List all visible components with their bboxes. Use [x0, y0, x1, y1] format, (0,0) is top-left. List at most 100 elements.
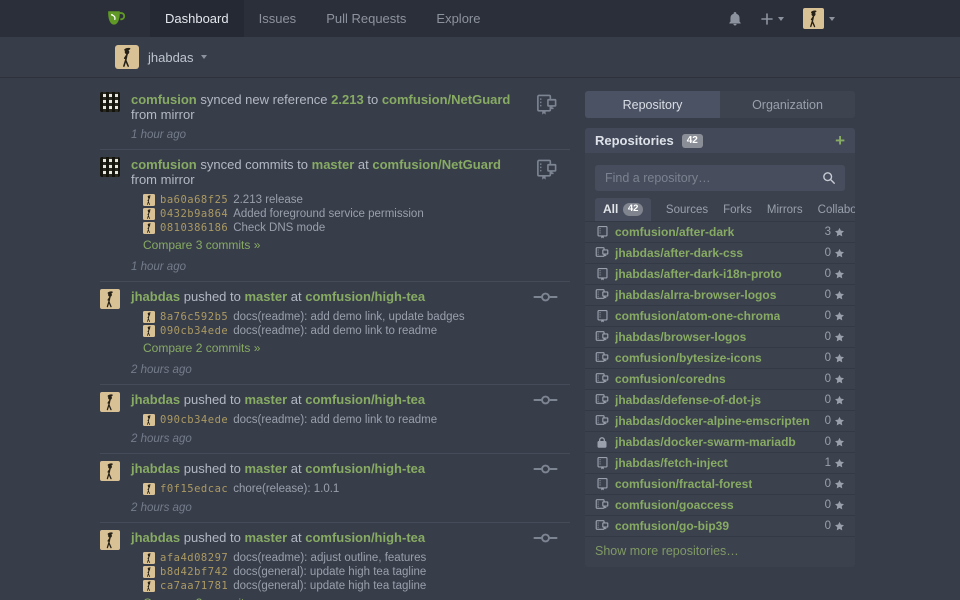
user-menu-dropdown[interactable] — [798, 8, 840, 29]
sidebar-tab[interactable]: Organization — [720, 91, 855, 118]
ref-link[interactable]: master — [312, 157, 355, 172]
actor-link[interactable]: jhabdas — [131, 530, 180, 545]
repo-list-item[interactable]: comfusion/fractal-forest 0 — [585, 474, 855, 495]
git-commit-icon — [533, 462, 558, 476]
repo-list-item[interactable]: jhabdas/after-dark-i18n-proto 0 — [585, 264, 855, 285]
create-new-dropdown[interactable] — [756, 13, 789, 25]
repo-filter-tab[interactable]: Mirrors — [767, 200, 803, 221]
repo-link[interactable]: comfusion/coredns — [615, 372, 726, 386]
repo-filter-tab[interactable]: Collaborative — [818, 200, 855, 221]
activity-type-icon-slot — [533, 531, 558, 550]
repo-book-icon — [596, 267, 609, 281]
commit-sha-link[interactable]: f0f15edcac — [160, 483, 228, 495]
repo-link[interactable]: comfusion/high-tea — [305, 392, 425, 407]
repo-filter-tab[interactable]: Forks — [723, 200, 752, 221]
commit-line: 090cb34ede docs(readme): add demo link t… — [143, 324, 570, 337]
repo-list-item[interactable]: comfusion/bytesize-icons 0 — [585, 348, 855, 369]
actor-avatar[interactable] — [100, 157, 120, 177]
repo-link[interactable]: comfusion/bytesize-icons — [615, 351, 762, 365]
repo-link[interactable]: jhabdas/defense-of-dot-js — [615, 393, 761, 407]
actor-link[interactable]: jhabdas — [131, 289, 180, 304]
repo-link[interactable]: jhabdas/docker-alpine-emscripten — [615, 414, 810, 428]
sidebar-tab[interactable]: Repository — [585, 91, 720, 118]
repo-filter-tab[interactable]: All 42 — [595, 198, 651, 221]
repo-list-item[interactable]: jhabdas/alrra-browser-logos 0 — [585, 285, 855, 306]
commit-sha-link[interactable]: ca7aa71781 — [160, 580, 228, 592]
repo-link[interactable]: comfusion/atom-one-chroma — [615, 309, 780, 323]
ref-link[interactable]: 2.213 — [331, 92, 364, 107]
actor-link[interactable]: comfusion — [131, 157, 197, 172]
repo-list-item[interactable]: jhabdas/browser-logos 0 — [585, 327, 855, 348]
repo-link[interactable]: comfusion/high-tea — [305, 289, 425, 304]
repo-list-item[interactable]: comfusion/goaccess 0 — [585, 495, 855, 516]
repo-list-item[interactable]: jhabdas/docker-swarm-mariadb 0 — [585, 432, 855, 453]
actor-link[interactable]: jhabdas — [131, 392, 180, 407]
actor-link[interactable]: comfusion — [131, 92, 197, 107]
repo-list-item[interactable]: comfusion/after-dark 3 — [585, 222, 855, 243]
navbar-item[interactable]: Issues — [244, 0, 312, 37]
commit-sha-link[interactable]: ba60a68f25 — [160, 194, 228, 206]
committer-avatar — [143, 580, 155, 592]
gitea-logo-icon[interactable] — [104, 8, 128, 30]
actor-avatar[interactable] — [100, 461, 120, 481]
repo-link[interactable]: jhabdas/after-dark-css — [615, 246, 743, 260]
repo-list-item[interactable]: comfusion/coredns 0 — [585, 369, 855, 390]
actor-link[interactable]: jhabdas — [131, 461, 180, 476]
navbar-item[interactable]: Explore — [421, 0, 495, 37]
repo-link[interactable]: jhabdas/alrra-browser-logos — [615, 288, 776, 302]
repo-link[interactable]: comfusion/fractal-forest — [615, 477, 752, 491]
repo-link[interactable]: jhabdas/browser-logos — [615, 330, 746, 344]
commit-sha-link[interactable]: 0432b9a864 — [160, 208, 228, 220]
repo-link[interactable]: comfusion/go-bip39 — [615, 519, 729, 533]
commit-sha-link[interactable]: afa4d08297 — [160, 552, 228, 564]
compare-commits-link[interactable]: Compare 3 commits » — [143, 596, 260, 600]
repo-link[interactable]: comfusion/high-tea — [305, 461, 425, 476]
create-repo-button[interactable]: + — [835, 132, 845, 149]
actor-avatar[interactable] — [100, 530, 120, 550]
commit-sha-link[interactable]: 0810386186 — [160, 222, 228, 234]
commit-sha-link[interactable]: 8a76c592b5 — [160, 311, 228, 323]
ref-link[interactable]: master — [244, 392, 287, 407]
repo-link[interactable]: comfusion/goaccess — [615, 498, 734, 512]
repo-list-item[interactable]: jhabdas/defense-of-dot-js 0 — [585, 390, 855, 411]
star-count-value: 0 — [825, 331, 831, 343]
repo-link[interactable]: jhabdas/fetch-inject — [615, 456, 728, 470]
navbar-item[interactable]: Dashboard — [150, 0, 244, 37]
repo-link[interactable]: comfusion/NetGuard — [382, 92, 511, 107]
repo-list-item[interactable]: comfusion/go-bip39 0 — [585, 516, 855, 537]
actor-avatar[interactable] — [100, 289, 120, 309]
ref-link[interactable]: master — [244, 289, 287, 304]
compare-commits-link[interactable]: Compare 2 commits » — [143, 341, 260, 355]
context-user-avatar[interactable] — [115, 45, 139, 69]
context-username[interactable]: jhabdas — [148, 50, 194, 65]
repo-list-item[interactable]: jhabdas/docker-alpine-emscripten 0 — [585, 411, 855, 432]
repo-list-item[interactable]: jhabdas/fetch-inject 1 — [585, 453, 855, 474]
feed-suffix-text: from mirror — [131, 107, 195, 122]
ref-link[interactable]: master — [244, 461, 287, 476]
repo-link[interactable]: jhabdas/docker-swarm-mariadb — [615, 435, 796, 449]
commit-sha-link[interactable]: 090cb34ede — [160, 414, 228, 426]
chevron-down-icon[interactable] — [201, 55, 207, 59]
ref-link[interactable]: master — [244, 530, 287, 545]
commit-message: chore(release): 1.0.1 — [233, 483, 339, 495]
repo-link[interactable]: comfusion/after-dark — [615, 225, 734, 239]
show-more-repos-link[interactable]: Show more repositories… — [585, 537, 855, 567]
repo-filter-tab[interactable]: Sources — [666, 200, 708, 221]
actor-avatar[interactable] — [100, 392, 120, 412]
commit-sha-link[interactable]: b8d42bf742 — [160, 566, 228, 578]
actor-avatar[interactable] — [100, 92, 120, 112]
notifications-button[interactable] — [723, 11, 747, 26]
repo-link[interactable]: jhabdas/after-dark-i18n-proto — [615, 267, 782, 281]
repo-list-item[interactable]: jhabdas/after-dark-css 0 — [585, 243, 855, 264]
commit-line: 8a76c592b5 docs(readme): add demo link, … — [143, 310, 570, 323]
compare-commits-link[interactable]: Compare 3 commits » — [143, 238, 260, 252]
navbar-item[interactable]: Pull Requests — [311, 0, 421, 37]
search-icon[interactable] — [822, 171, 836, 190]
repo-link[interactable]: comfusion/NetGuard — [372, 157, 501, 172]
repo-filter-count-badge: 42 — [623, 203, 643, 216]
repo-list-item[interactable]: comfusion/atom-one-chroma 0 — [585, 306, 855, 327]
repo-search-input[interactable] — [595, 165, 845, 191]
commit-sha-link[interactable]: 090cb34ede — [160, 325, 228, 337]
repo-book-icon — [596, 477, 609, 491]
repo-link[interactable]: comfusion/high-tea — [305, 530, 425, 545]
